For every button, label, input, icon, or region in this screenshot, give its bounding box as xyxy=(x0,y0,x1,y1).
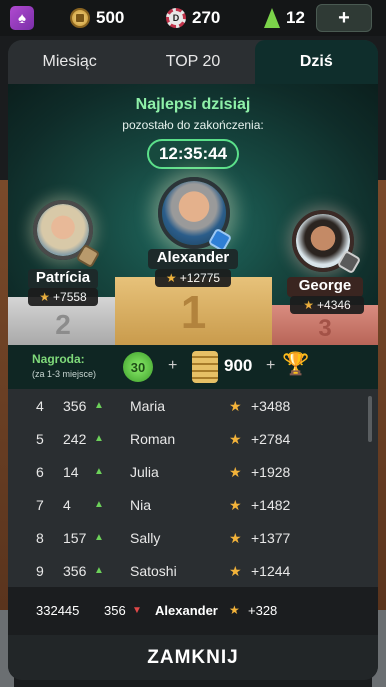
star-icon: ★ xyxy=(165,271,177,285)
second-place-score: ★ +7558 xyxy=(28,288,98,306)
row-rank: 8 xyxy=(36,530,44,546)
xp-reward-icon: 30 xyxy=(123,352,153,382)
first-place-name: Alexander xyxy=(148,249,238,269)
podium-third-number: 3 xyxy=(318,315,332,342)
gem-icon xyxy=(264,8,280,28)
chip-balance: D 270 xyxy=(166,6,220,30)
coin-balance: 500 xyxy=(70,6,124,30)
third-place-score: ★ +4346 xyxy=(290,296,364,314)
row-name: Nia xyxy=(130,497,152,513)
gem-value: 12 xyxy=(286,8,305,27)
reward-sublabel: (za 1-3 miejsce) xyxy=(32,369,97,379)
gold-reward-value: 900 xyxy=(224,356,253,375)
list-item[interactable]: 4 356 ▲ Maria ★ +3488 xyxy=(8,389,364,422)
tab-top20[interactable]: TOP 20 xyxy=(131,40,254,84)
row-level: 4 xyxy=(63,497,71,513)
tab-today[interactable]: Dziś xyxy=(254,40,378,84)
row-score: +1244 xyxy=(251,563,291,579)
podium-first: 1 xyxy=(115,277,272,345)
list-item[interactable]: 7 4 ▲ Nia ★ +1482 xyxy=(8,488,364,521)
row-name: Satoshi xyxy=(130,563,177,579)
list-item[interactable]: 6 14 ▲ Julia ★ +1928 xyxy=(8,455,364,488)
own-level: 356 xyxy=(104,603,126,618)
list-item[interactable]: 8 157 ▲ Sally ★ +1377 xyxy=(8,521,364,554)
ranking-list[interactable]: 4 356 ▲ Maria ★ +3488 5 242 ▲ Roman ★ +2… xyxy=(8,389,378,587)
row-level: 356 xyxy=(63,398,87,414)
first-place-score: ★ +12775 xyxy=(155,269,231,287)
tab-month[interactable]: Miesiąc xyxy=(8,40,131,84)
star-icon: ★ xyxy=(229,603,240,617)
podium-first-number: 1 xyxy=(180,286,207,338)
scrollbar[interactable] xyxy=(368,396,372,442)
star-icon: ★ xyxy=(229,464,242,480)
second-place-score-value: +7558 xyxy=(53,290,87,304)
star-icon: ★ xyxy=(229,563,242,579)
trend-down-icon: ▼ xyxy=(132,605,142,616)
chip-value: 270 xyxy=(192,8,221,27)
row-name: Sally xyxy=(130,530,161,546)
row-level: 157 xyxy=(63,530,87,546)
row-rank: 7 xyxy=(36,497,44,513)
list-item[interactable]: 9 356 ▲ Satoshi ★ +1244 xyxy=(8,554,364,587)
own-name: Alexander xyxy=(155,603,218,618)
close-button[interactable]: ZAMKNIJ xyxy=(8,635,378,680)
star-icon: ★ xyxy=(229,530,242,546)
gem-balance: 12 xyxy=(264,6,305,30)
row-level: 242 xyxy=(63,431,87,447)
row-name: Roman xyxy=(130,431,176,447)
star-icon: ★ xyxy=(229,431,242,447)
top-bar: ♠ 500 D 270 12 + xyxy=(0,0,386,36)
tab-bar: Miesiąc TOP 20 Dziś xyxy=(8,40,378,84)
own-rank: 332445 xyxy=(36,603,80,618)
row-score: +2784 xyxy=(251,431,291,447)
reward-label: Nagroda: xyxy=(32,352,85,366)
row-name: Maria xyxy=(130,398,166,414)
row-rank: 6 xyxy=(36,464,44,480)
second-place-name: Patrícia xyxy=(28,269,98,289)
third-place-score-value: +4346 xyxy=(317,298,351,312)
coin-value: 500 xyxy=(96,8,125,27)
row-score: +1482 xyxy=(251,497,291,513)
row-score: +1377 xyxy=(251,530,291,546)
leaderboard-panel: Miesiąc TOP 20 Dziś Najlepsi dzisiaj poz… xyxy=(8,40,378,680)
list-item[interactable]: 5 242 ▲ Roman ★ +2784 xyxy=(8,422,364,455)
spade-icon[interactable]: ♠ xyxy=(10,6,34,30)
add-currency-button[interactable]: + xyxy=(316,4,372,32)
row-level: 14 xyxy=(63,464,79,480)
trend-up-icon: ▲ xyxy=(94,400,104,411)
first-place-score-value: +12775 xyxy=(179,271,221,285)
row-rank: 4 xyxy=(36,398,44,414)
star-icon: ★ xyxy=(39,290,51,304)
row-score: +3488 xyxy=(251,398,291,414)
trend-up-icon: ▲ xyxy=(94,499,104,510)
trend-up-icon: ▲ xyxy=(94,565,104,576)
third-place-name: George xyxy=(287,277,363,297)
row-rank: 9 xyxy=(36,563,44,579)
row-name: Julia xyxy=(130,464,159,480)
star-icon: ★ xyxy=(229,497,242,513)
coin-icon xyxy=(70,8,90,28)
row-rank: 5 xyxy=(36,431,44,447)
podium-stage: Najlepsi dzisiaj pozostało do zakończeni… xyxy=(8,84,378,345)
star-icon: ★ xyxy=(229,398,242,414)
own-rank-row: 332445 356 ▼ Alexander ★ +328 xyxy=(8,587,378,635)
reward-bar: Nagroda: (za 1-3 miejsce) 30 + 900 + 🏆 xyxy=(8,345,378,389)
countdown-timer: 12:35:44 xyxy=(147,139,239,169)
plus-sign: + xyxy=(266,357,276,374)
trend-up-icon: ▲ xyxy=(94,532,104,543)
star-icon: ★ xyxy=(303,298,315,312)
podium-second-number: 2 xyxy=(55,309,71,340)
chip-icon: D xyxy=(166,8,186,28)
row-score: +1928 xyxy=(251,464,291,480)
row-level: 356 xyxy=(63,563,87,579)
stage-subheading: pozostało do zakończenia: xyxy=(122,118,264,132)
trend-up-icon: ▲ xyxy=(94,466,104,477)
plus-sign: + xyxy=(168,357,178,374)
trend-up-icon: ▲ xyxy=(94,433,104,444)
stage-heading: Najlepsi dzisiaj xyxy=(135,96,251,113)
own-score: +328 xyxy=(248,603,278,618)
gold-stack-icon xyxy=(192,351,218,383)
trophy-icon: 🏆 xyxy=(282,351,310,376)
